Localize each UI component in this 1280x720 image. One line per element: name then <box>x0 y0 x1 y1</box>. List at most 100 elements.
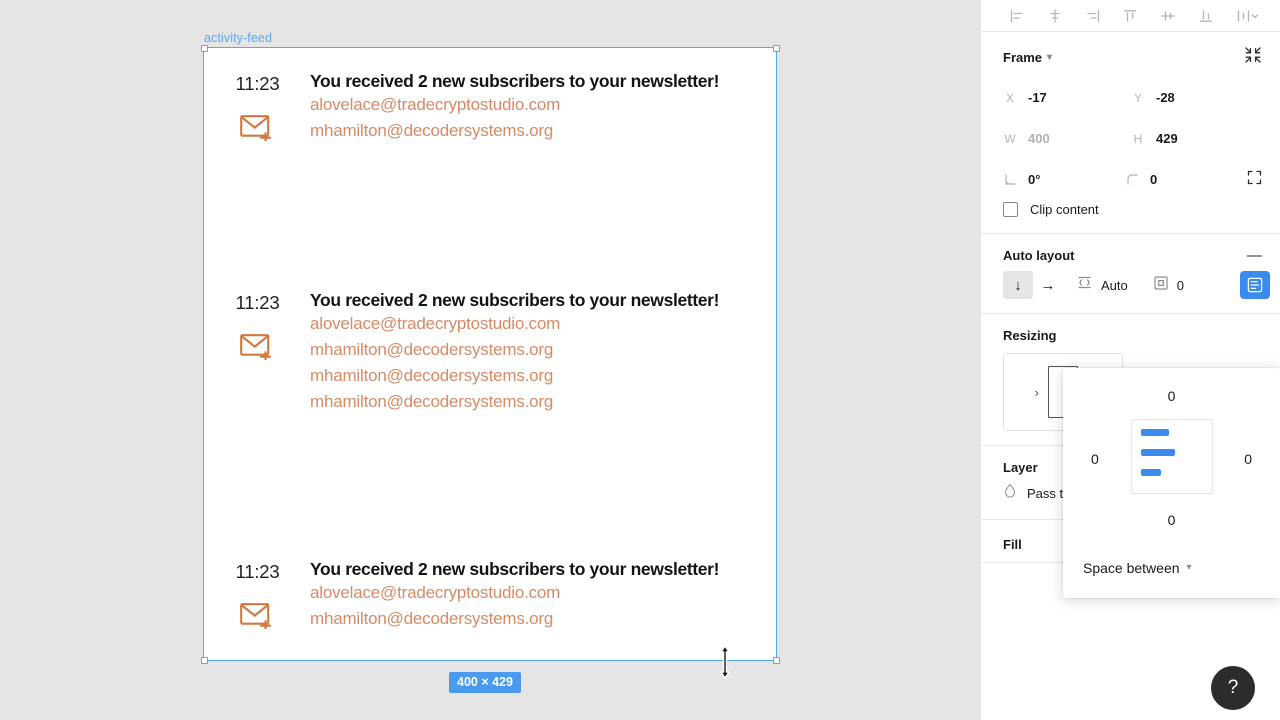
feed-item-email: mhamilton@decodersystems.org <box>310 120 554 140</box>
align-top-icon[interactable] <box>1118 4 1142 28</box>
corner-radius-field[interactable]: 0 <box>1125 172 1247 187</box>
layer-title: Layer <box>1003 460 1038 475</box>
feed-item-title: You received 2 new subscribers to your n… <box>310 290 720 310</box>
align-right-icon[interactable] <box>1081 4 1105 28</box>
resize-chevron-right-icon: › <box>1034 384 1039 400</box>
feed-item-email: alovelace@tradecryptostudio.com <box>310 314 561 334</box>
direction-vertical-button[interactable]: ↓ <box>1003 271 1033 299</box>
w-label: W <box>1004 131 1016 146</box>
width-field[interactable]: W 400 <box>1003 131 1131 146</box>
remove-auto-layout-button[interactable]: — <box>1247 248 1262 263</box>
padding-grid: 0 0 0 0 <box>1063 368 1280 540</box>
padding-popup[interactable]: 0 0 0 0 Space between ▾ <box>1063 368 1280 598</box>
selection-handle-bottom-right[interactable] <box>773 657 780 664</box>
padding-left-value[interactable]: 0 <box>1091 451 1099 467</box>
independent-corners-icon[interactable] <box>1247 170 1262 190</box>
rotation-value: 0° <box>1028 172 1041 187</box>
frame-section-title[interactable]: Frame ▾ <box>1003 50 1052 65</box>
mail-add-icon <box>239 601 276 634</box>
mail-add-icon <box>239 113 276 146</box>
feed-item-email: mhamilton@decodersystems.org <box>310 391 554 411</box>
height-field[interactable]: H 429 <box>1131 131 1259 146</box>
clip-content-label: Clip content <box>1030 202 1099 217</box>
padding-icon <box>1154 275 1168 295</box>
x-field[interactable]: X -17 <box>1003 90 1131 105</box>
feed-item-email: alovelace@tradecryptostudio.com <box>310 583 561 603</box>
auto-layout-settings-button[interactable] <box>1240 271 1270 299</box>
align-left-icon[interactable] <box>1005 4 1029 28</box>
feed-item-email: mhamilton@decodersystems.org <box>310 608 554 628</box>
padding-value: 0 <box>1176 277 1184 293</box>
alignment-toolbar <box>981 0 1280 32</box>
corner-radius-icon <box>1125 173 1139 186</box>
activity-feed-content: 11:23 You received 2 new subscribers to … <box>205 49 775 659</box>
distribute-icon[interactable] <box>1232 4 1264 28</box>
feed-item[interactable]: 11:23 You received 2 new subscribers to … <box>205 557 775 634</box>
clip-content-checkbox[interactable] <box>1003 202 1018 217</box>
auto-layout-title: Auto layout <box>1003 248 1075 263</box>
padding-top-value[interactable]: 0 <box>1063 388 1280 404</box>
frame-section: Frame ▾ X -17 Y -28 W 400 H 429 0° 0 Cli… <box>981 32 1280 234</box>
h-value: 429 <box>1156 131 1178 146</box>
collapse-arrows-icon[interactable] <box>1244 46 1262 69</box>
alignment-mode-dropdown[interactable]: Space between ▾ <box>1063 540 1280 576</box>
blend-mode-icon <box>1003 483 1017 503</box>
resizing-header: Resizing <box>981 314 1280 351</box>
resizing-title: Resizing <box>1003 328 1057 343</box>
padding-preview-bar <box>1141 469 1161 476</box>
rotation-icon <box>1003 173 1017 186</box>
align-vertical-center-icon[interactable] <box>1156 4 1180 28</box>
chevron-down-icon[interactable]: ▾ <box>1047 52 1052 63</box>
auto-layout-controls: ↓ → Auto 0 <box>981 271 1280 313</box>
selection-handle-bottom-left[interactable] <box>201 657 208 664</box>
padding-preview-bar <box>1141 449 1175 456</box>
y-value: -28 <box>1156 90 1175 105</box>
direction-horizontal-button[interactable]: → <box>1033 271 1063 299</box>
padding-preview-bar <box>1141 429 1169 436</box>
padding-field[interactable]: 0 <box>1154 275 1184 295</box>
y-label: Y <box>1133 90 1142 105</box>
feed-item-meta: 11:23 <box>205 69 310 146</box>
position-row: X -17 Y -28 <box>981 77 1280 118</box>
align-bottom-icon[interactable] <box>1194 4 1218 28</box>
clip-content-row[interactable]: Clip content <box>981 200 1280 233</box>
fill-title: Fill <box>1003 536 1022 552</box>
w-value: 400 <box>1028 131 1050 146</box>
rotation-radius-row: 0° 0 <box>981 159 1280 200</box>
feed-item-title: You received 2 new subscribers to your n… <box>310 71 720 91</box>
h-label: H <box>1133 131 1143 146</box>
feed-item[interactable]: 11:23 You received 2 new subscribers to … <box>205 69 775 146</box>
feed-item-time: 11:23 <box>235 73 280 94</box>
padding-right-value[interactable]: 0 <box>1244 451 1252 467</box>
auto-layout-header: Auto layout — <box>981 234 1280 271</box>
feed-item-meta: 11:23 <box>205 557 310 634</box>
feed-item-time: 11:23 <box>235 292 280 313</box>
padding-bottom-value[interactable]: 0 <box>1063 512 1280 528</box>
feed-item-email: mhamilton@decodersystems.org <box>310 339 554 359</box>
design-canvas[interactable]: activity-feed 11:23 You received 2 new s… <box>0 0 980 720</box>
frame-name-label[interactable]: activity-feed <box>204 31 272 45</box>
spacing-field[interactable]: Auto <box>1077 275 1128 295</box>
selection-size-badge: 400 × 429 <box>449 672 521 693</box>
selection-handle-top-left[interactable] <box>201 45 208 52</box>
alignment-mode-value: Space between <box>1083 560 1180 576</box>
chevron-down-icon[interactable]: ▾ <box>1187 563 1192 573</box>
corner-radius-value: 0 <box>1150 172 1158 187</box>
x-value: -17 <box>1028 90 1047 105</box>
feed-item-meta: 11:23 <box>205 288 310 414</box>
spacing-icon <box>1077 275 1092 295</box>
feed-item-body: You received 2 new subscribers to your n… <box>310 557 775 634</box>
frame-section-header: Frame ▾ <box>981 32 1280 77</box>
align-horizontal-center-icon[interactable] <box>1043 4 1067 28</box>
help-button[interactable]: ? <box>1211 666 1255 710</box>
y-field[interactable]: Y -28 <box>1131 90 1259 105</box>
x-label: X <box>1005 90 1014 105</box>
mail-add-icon <box>239 332 276 365</box>
selection-handle-top-right[interactable] <box>773 45 780 52</box>
feed-item-title: You received 2 new subscribers to your n… <box>310 559 720 579</box>
feed-item-email: alovelace@tradecryptostudio.com <box>310 95 561 115</box>
rotation-field[interactable]: 0° <box>1003 172 1125 187</box>
padding-preview <box>1131 419 1213 494</box>
properties-panel: Frame ▾ X -17 Y -28 W 400 H 429 0° 0 Cli… <box>980 0 1280 720</box>
feed-item[interactable]: 11:23 You received 2 new subscribers to … <box>205 288 775 414</box>
